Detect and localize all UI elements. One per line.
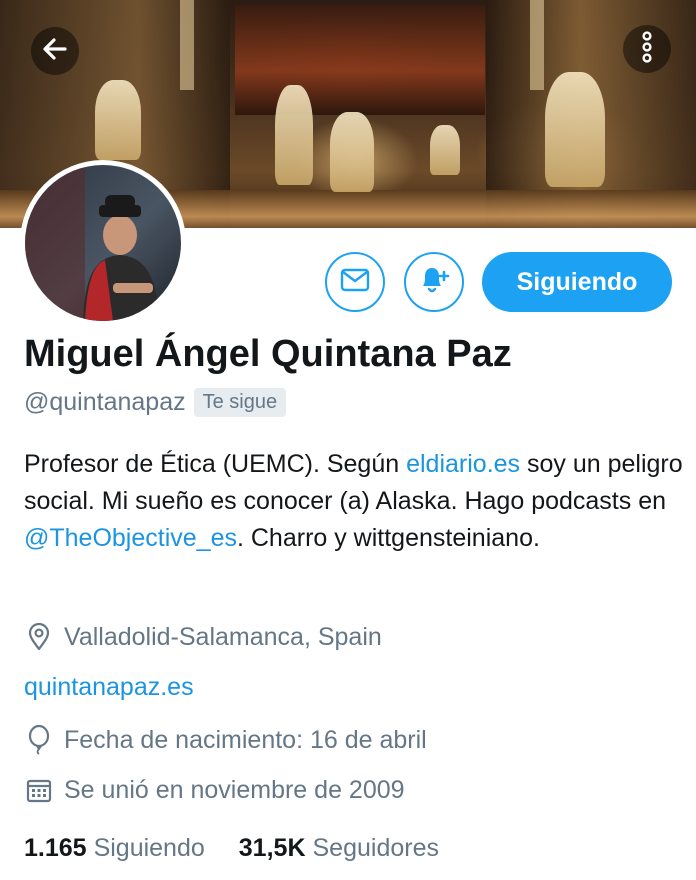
followers-stat[interactable]: 31,5K Seguidores bbox=[239, 834, 473, 863]
more-options-button[interactable] bbox=[623, 25, 671, 73]
banner-figure bbox=[95, 80, 141, 160]
banner-figure bbox=[545, 72, 605, 187]
banner-painting bbox=[235, 5, 485, 115]
bio-text: Profesor de Ética (UEMC). Según bbox=[24, 450, 407, 478]
following-button[interactable]: Siguiendo bbox=[482, 252, 672, 312]
banner-figure bbox=[330, 112, 374, 192]
bio-link-eldiario[interactable]: eldiario.es bbox=[406, 450, 520, 478]
banner-figure bbox=[430, 125, 460, 175]
profile-name: Miguel Ángel Quintana Paz bbox=[24, 333, 512, 375]
calendar-icon bbox=[24, 775, 54, 805]
following-label: Siguiendo bbox=[93, 834, 205, 862]
profile-handle: @quintanapaz bbox=[24, 388, 186, 416]
following-stat[interactable]: 1.165 Siguiendo bbox=[24, 834, 239, 863]
location-text: Valladolid-Salamanca, Spain bbox=[64, 622, 382, 651]
followers-label: Seguidores bbox=[312, 834, 439, 862]
profile-bio: Profesor de Ética (UEMC). Según eldiario… bbox=[24, 446, 684, 557]
bio-mention-theobjective[interactable]: @TheObjective_es bbox=[24, 524, 237, 552]
avatar[interactable] bbox=[20, 160, 186, 326]
joined-row: Se unió en noviembre de 2009 bbox=[24, 775, 405, 805]
bell-plus-icon bbox=[417, 264, 451, 301]
banner-window bbox=[180, 0, 194, 90]
message-button[interactable] bbox=[325, 252, 385, 312]
handle-row: @quintanapaz Te sigue bbox=[24, 388, 287, 417]
notifications-button[interactable] bbox=[404, 252, 464, 312]
followers-count: 31,5K bbox=[238, 834, 306, 862]
location-pin-icon bbox=[24, 622, 54, 652]
location-row: Valladolid-Salamanca, Spain bbox=[24, 622, 382, 652]
balloon-icon bbox=[24, 725, 54, 755]
banner-window bbox=[530, 0, 544, 90]
joined-text: Se unió en noviembre de 2009 bbox=[64, 775, 405, 804]
avatar-image bbox=[25, 165, 181, 321]
back-button[interactable] bbox=[31, 27, 79, 75]
banner-figure bbox=[275, 85, 313, 185]
bio-text: . Charro y wittgensteiniano. bbox=[236, 524, 540, 552]
following-count: 1.165 bbox=[24, 834, 87, 862]
birthday-text: Fecha de nacimiento: 16 de abril bbox=[64, 725, 427, 754]
follow-stats: 1.165 Siguiendo 31,5K Seguidores bbox=[24, 834, 473, 863]
arrow-left-icon bbox=[40, 34, 70, 69]
follows-you-badge: Te sigue bbox=[193, 388, 287, 417]
birthday-row: Fecha de nacimiento: 16 de abril bbox=[24, 725, 427, 755]
envelope-icon bbox=[340, 268, 370, 297]
website-link[interactable]: quintanapaz.es bbox=[24, 673, 194, 702]
vertical-dots-icon bbox=[637, 30, 657, 68]
